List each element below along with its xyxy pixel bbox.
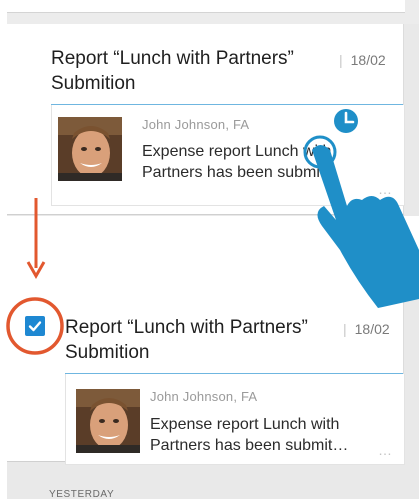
more-dots[interactable]: … (378, 442, 393, 458)
notification-date: | 18/02 (343, 321, 390, 337)
check-icon (28, 321, 42, 332)
previous-list-item (7, 0, 419, 24)
notification-date: | 18/02 (339, 52, 386, 68)
notification-card[interactable]: Report “Lunch with Partners” Submition |… (7, 24, 405, 215)
message-preview[interactable]: John Johnson, FA Expense report Lunch wi… (65, 374, 405, 465)
notification-title: Report “Lunch with Partners” Submition (65, 317, 308, 363)
date-text: 18/02 (350, 52, 386, 68)
notification-item-after[interactable]: Report “Lunch with Partners” Submition |… (7, 275, 419, 500)
date-separator: | (339, 52, 343, 68)
sender-avatar (76, 389, 140, 453)
sender-name: John Johnson, FA (142, 117, 250, 132)
previous-item-card (7, 0, 405, 13)
more-dots[interactable]: … (378, 181, 393, 197)
select-checkbox[interactable] (25, 316, 45, 336)
sender-name: John Johnson, FA (150, 389, 258, 404)
notification-title: Report “Lunch with Partners” Submition (51, 48, 294, 94)
notification-card-selected[interactable]: Report “Lunch with Partners” Submition |… (7, 275, 405, 465)
message-text: Expense report Lunch with Partners has b… (150, 416, 349, 454)
notification-item-before[interactable]: Report “Lunch with Partners” Submition |… (7, 24, 419, 216)
sender-avatar (58, 117, 122, 181)
date-text: 18/02 (354, 321, 390, 337)
date-separator: | (343, 321, 347, 337)
message-text: Expense report Lunch with Partners has b… (142, 143, 336, 181)
message-preview[interactable]: John Johnson, FA Expense report Lunch wi… (51, 105, 405, 206)
section-header-yesterday: YESTERDAY (49, 489, 115, 500)
